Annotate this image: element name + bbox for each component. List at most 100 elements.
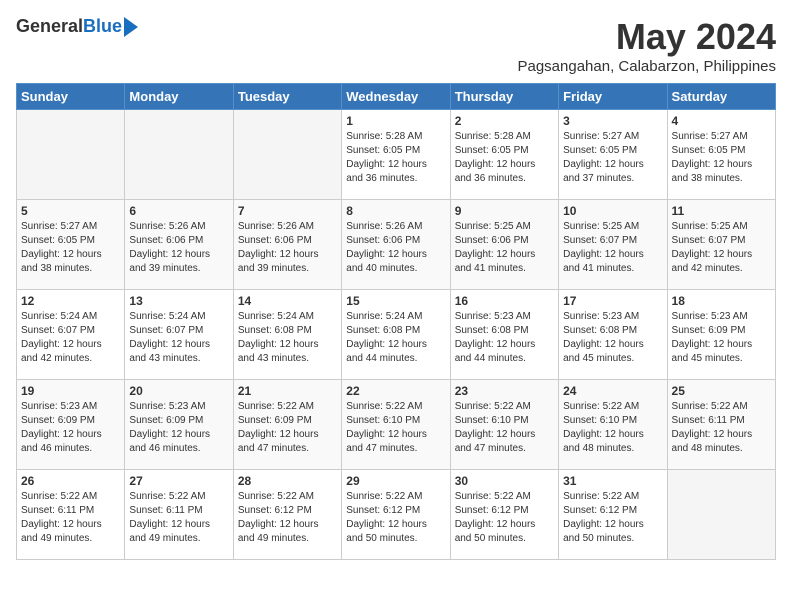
day-number: 16 (455, 294, 554, 308)
day-number: 27 (129, 474, 228, 488)
day-cell: 12 Sunrise: 5:24 AMSunset: 6:07 PMDayligh… (17, 290, 125, 380)
col-header-monday: Monday (125, 84, 233, 110)
day-cell: 26 Sunrise: 5:22 AMSunset: 6:11 PMDayligh… (17, 470, 125, 560)
day-cell: 14 Sunrise: 5:24 AMSunset: 6:08 PMDayligh… (233, 290, 341, 380)
day-info: Sunrise: 5:23 AMSunset: 6:09 PMDaylight:… (672, 310, 771, 366)
day-cell: 10Sunrise: 5:25 AMSunset: 6:07 PMDayligh… (559, 200, 667, 290)
week-row-3: 12 Sunrise: 5:24 AMSunset: 6:07 PMDayligh… (17, 290, 776, 380)
day-cell: 7Sunrise: 5:26 AMSunset: 6:06 PMDaylight… (233, 200, 341, 290)
day-cell: 1 Sunrise: 5:28 AMSunset: 6:05 PMDaylight… (342, 110, 450, 200)
day-cell: 27 Sunrise: 5:22 AMSunset: 6:11 PMDayligh… (125, 470, 233, 560)
month-title: May 2024 (517, 16, 776, 58)
day-number: 13 (129, 294, 228, 308)
day-number: 18 (672, 294, 771, 308)
day-info: Sunrise: 5:28 AMSunset: 6:05 PMDaylight:… (346, 130, 445, 186)
day-cell: 5 Sunrise: 5:27 AMSunset: 6:05 PMDaylight… (17, 200, 125, 290)
day-number: 28 (238, 474, 337, 488)
day-cell: 11 Sunrise: 5:25 AMSunset: 6:07 PMDayligh… (667, 200, 775, 290)
day-info: Sunrise: 5:22 AMSunset: 6:10 PMDaylight:… (563, 400, 662, 456)
day-number: 25 (672, 384, 771, 398)
logo: General Blue (16, 16, 138, 37)
day-number: 2 (455, 114, 554, 128)
col-header-thursday: Thursday (450, 84, 558, 110)
day-cell: 25Sunrise: 5:22 AMSunset: 6:11 PMDayligh… (667, 380, 775, 470)
day-cell: 3 Sunrise: 5:27 AMSunset: 6:05 PMDaylight… (559, 110, 667, 200)
day-info: Sunrise: 5:22 AMSunset: 6:11 PMDaylight:… (129, 490, 228, 546)
day-info: Sunrise: 5:25 AMSunset: 6:07 PMDaylight:… (563, 220, 662, 276)
day-cell: 22Sunrise: 5:22 AMSunset: 6:10 PMDayligh… (342, 380, 450, 470)
day-info: Sunrise: 5:27 AMSunset: 6:05 PMDaylight:… (21, 220, 120, 276)
day-cell: 31 Sunrise: 5:22 AMSunset: 6:12 PMDayligh… (559, 470, 667, 560)
day-info: Sunrise: 5:24 AMSunset: 6:07 PMDaylight:… (21, 310, 120, 366)
day-number: 21 (238, 384, 337, 398)
day-number: 31 (563, 474, 662, 488)
day-cell: 30Sunrise: 5:22 AMSunset: 6:12 PMDayligh… (450, 470, 558, 560)
day-number: 7 (238, 204, 337, 218)
day-number: 14 (238, 294, 337, 308)
day-cell (125, 110, 233, 200)
day-cell: 13 Sunrise: 5:24 AMSunset: 6:07 PMDayligh… (125, 290, 233, 380)
day-info: Sunrise: 5:22 AMSunset: 6:11 PMDaylight:… (21, 490, 120, 546)
day-cell: 4 Sunrise: 5:27 AMSunset: 6:05 PMDaylight… (667, 110, 775, 200)
day-cell: 2 Sunrise: 5:28 AMSunset: 6:05 PMDaylight… (450, 110, 558, 200)
day-info: Sunrise: 5:25 AMSunset: 6:07 PMDaylight:… (672, 220, 771, 276)
day-number: 23 (455, 384, 554, 398)
day-info: Sunrise: 5:24 AMSunset: 6:08 PMDaylight:… (346, 310, 445, 366)
week-row-4: 19 Sunrise: 5:23 AMSunset: 6:09 PMDayligh… (17, 380, 776, 470)
day-number: 6 (129, 204, 228, 218)
week-row-5: 26 Sunrise: 5:22 AMSunset: 6:11 PMDayligh… (17, 470, 776, 560)
day-info: Sunrise: 5:23 AMSunset: 6:08 PMDaylight:… (455, 310, 554, 366)
day-number: 4 (672, 114, 771, 128)
logo-blue-text: Blue (83, 16, 122, 37)
day-info: Sunrise: 5:28 AMSunset: 6:05 PMDaylight:… (455, 130, 554, 186)
day-info: Sunrise: 5:23 AMSunset: 6:09 PMDaylight:… (21, 400, 120, 456)
day-cell: 6Sunrise: 5:26 AMSunset: 6:06 PMDaylight… (125, 200, 233, 290)
col-header-friday: Friday (559, 84, 667, 110)
day-number: 12 (21, 294, 120, 308)
day-cell: 15Sunrise: 5:24 AMSunset: 6:08 PMDayligh… (342, 290, 450, 380)
day-cell (233, 110, 341, 200)
day-info: Sunrise: 5:27 AMSunset: 6:05 PMDaylight:… (672, 130, 771, 186)
day-cell: 21 Sunrise: 5:22 AMSunset: 6:09 PMDayligh… (233, 380, 341, 470)
day-number: 19 (21, 384, 120, 398)
week-row-1: 1 Sunrise: 5:28 AMSunset: 6:05 PMDaylight… (17, 110, 776, 200)
day-number: 1 (346, 114, 445, 128)
day-number: 17 (563, 294, 662, 308)
calendar-table: SundayMondayTuesdayWednesdayThursdayFrid… (16, 83, 776, 560)
day-info: Sunrise: 5:24 AMSunset: 6:07 PMDaylight:… (129, 310, 228, 366)
col-header-tuesday: Tuesday (233, 84, 341, 110)
day-cell: 18 Sunrise: 5:23 AMSunset: 6:09 PMDayligh… (667, 290, 775, 380)
page-header: General Blue May 2024 Pagsangahan, Calab… (16, 16, 776, 75)
day-cell: 28Sunrise: 5:22 AMSunset: 6:12 PMDayligh… (233, 470, 341, 560)
day-number: 22 (346, 384, 445, 398)
day-number: 5 (21, 204, 120, 218)
day-info: Sunrise: 5:22 AMSunset: 6:12 PMDaylight:… (563, 490, 662, 546)
day-number: 30 (455, 474, 554, 488)
day-cell: 24 Sunrise: 5:22 AMSunset: 6:10 PMDayligh… (559, 380, 667, 470)
day-cell: 20Sunrise: 5:23 AMSunset: 6:09 PMDayligh… (125, 380, 233, 470)
day-info: Sunrise: 5:22 AMSunset: 6:12 PMDaylight:… (346, 490, 445, 546)
day-cell (17, 110, 125, 200)
day-number: 29 (346, 474, 445, 488)
day-cell: 16 Sunrise: 5:23 AMSunset: 6:08 PMDayligh… (450, 290, 558, 380)
day-info: Sunrise: 5:26 AMSunset: 6:06 PMDaylight:… (346, 220, 445, 276)
day-number: 3 (563, 114, 662, 128)
day-info: Sunrise: 5:22 AMSunset: 6:10 PMDaylight:… (455, 400, 554, 456)
day-info: Sunrise: 5:27 AMSunset: 6:05 PMDaylight:… (563, 130, 662, 186)
day-number: 11 (672, 204, 771, 218)
day-cell: 19 Sunrise: 5:23 AMSunset: 6:09 PMDayligh… (17, 380, 125, 470)
location-text: Pagsangahan, Calabarzon, Philippines (517, 58, 776, 75)
day-cell (667, 470, 775, 560)
day-info: Sunrise: 5:23 AMSunset: 6:08 PMDaylight:… (563, 310, 662, 366)
col-header-sunday: Sunday (17, 84, 125, 110)
day-cell: 29 Sunrise: 5:22 AMSunset: 6:12 PMDayligh… (342, 470, 450, 560)
col-header-wednesday: Wednesday (342, 84, 450, 110)
day-number: 26 (21, 474, 120, 488)
logo-arrow-icon (124, 17, 138, 37)
day-info: Sunrise: 5:24 AMSunset: 6:08 PMDaylight:… (238, 310, 337, 366)
day-number: 24 (563, 384, 662, 398)
day-info: Sunrise: 5:25 AMSunset: 6:06 PMDaylight:… (455, 220, 554, 276)
day-info: Sunrise: 5:22 AMSunset: 6:09 PMDaylight:… (238, 400, 337, 456)
day-number: 9 (455, 204, 554, 218)
day-cell: 8Sunrise: 5:26 AMSunset: 6:06 PMDaylight… (342, 200, 450, 290)
